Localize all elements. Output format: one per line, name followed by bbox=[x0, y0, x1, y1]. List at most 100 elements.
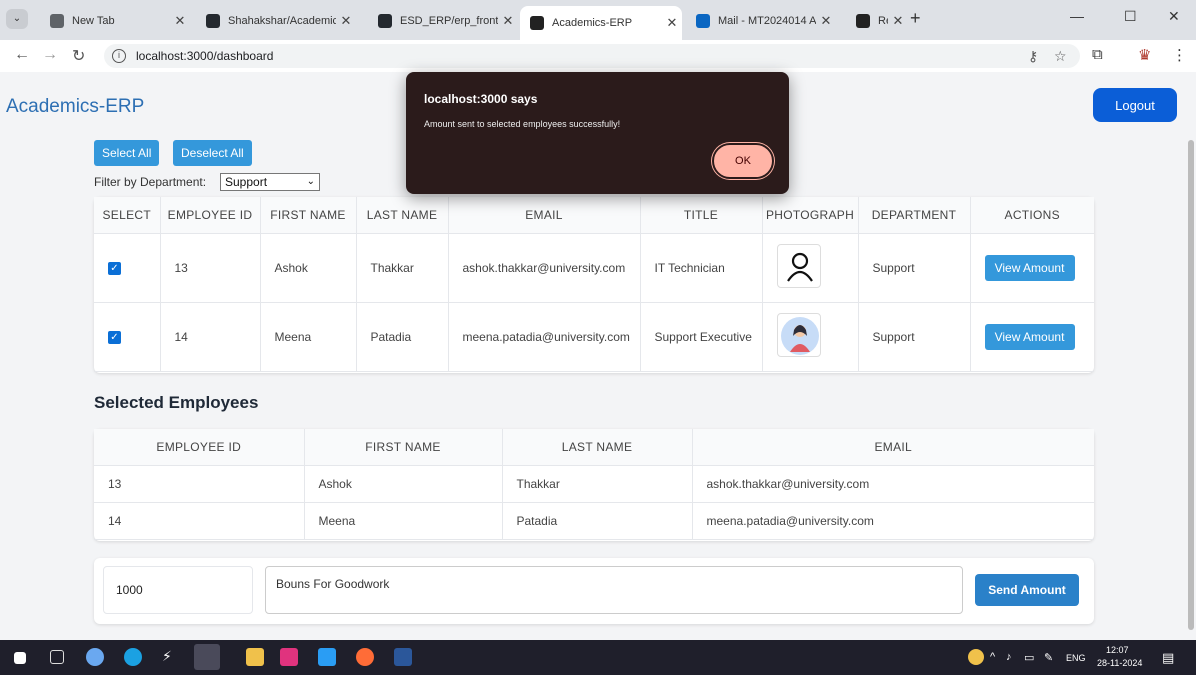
view-amount-button[interactable]: View Amount bbox=[984, 323, 1075, 350]
clock-date[interactable]: 28-11-2024 bbox=[1097, 658, 1142, 668]
bookmark-star-icon[interactable]: ☆ bbox=[1054, 48, 1067, 65]
pen-icon[interactable]: ✎ bbox=[1044, 651, 1053, 664]
selected-table-card: EMPLOYEE ID FIRST NAME LAST NAME EMAIL 13 As… bbox=[94, 429, 1094, 541]
tab-title: Shahakshar/Academics- bbox=[228, 15, 336, 27]
address-bar[interactable]: i localhost:3000/dashboard ⚷ ☆ bbox=[104, 44, 1080, 68]
selected-first-cell: Meena bbox=[304, 502, 503, 539]
language-indicator[interactable]: ENG bbox=[1066, 653, 1086, 663]
profile-avatar[interactable]: ♛ bbox=[1138, 46, 1151, 64]
file-explorer-icon[interactable] bbox=[246, 648, 264, 666]
tab-close-icon[interactable]: ✕ bbox=[498, 13, 518, 29]
tab-close-icon[interactable]: ✕ bbox=[336, 13, 356, 29]
department-select-value: Support bbox=[225, 175, 268, 189]
notification-icon[interactable]: ▤ bbox=[1162, 650, 1174, 666]
extensions-icon[interactable]: ⧉ bbox=[1092, 46, 1103, 63]
tab-favicon-icon bbox=[50, 14, 64, 28]
minimize-button[interactable]: — bbox=[1070, 8, 1084, 24]
column-header: EMPLOYEE ID bbox=[94, 429, 305, 465]
page-scrollbar[interactable] bbox=[1186, 132, 1196, 632]
tab-favicon-icon bbox=[856, 14, 870, 28]
maximize-button[interactable]: ☐ bbox=[1124, 8, 1137, 25]
logout-button[interactable]: Logout bbox=[1093, 88, 1177, 122]
selected-last-cell: Thakkar bbox=[502, 465, 693, 502]
weather-icon[interactable] bbox=[968, 649, 984, 665]
description-input[interactable]: Bouns For Goodwork bbox=[265, 566, 963, 614]
dialog-ok-button[interactable]: OK bbox=[712, 143, 774, 179]
row-checkbox[interactable]: ✓ bbox=[108, 262, 121, 275]
windows-taskbar: ⚡ ^ ♪ ▭ ✎ ENG 12:07 28-11-2024 ▤ bbox=[0, 640, 1196, 675]
tab-close-icon[interactable]: ✕ bbox=[816, 13, 836, 29]
browser-tab[interactable]: Academics-ERP ✕ bbox=[520, 6, 682, 40]
browser-tab[interactable]: New Tab ✕ bbox=[40, 8, 190, 34]
site-info-icon[interactable]: i bbox=[112, 49, 126, 63]
battery-icon[interactable]: ▭ bbox=[1024, 651, 1034, 664]
column-header: LAST NAME bbox=[502, 429, 693, 465]
email-cell: ashok.thakkar@university.com bbox=[448, 233, 641, 302]
employee-table-header: SELECT EMPLOYEE ID FIRST NAME LAST NAME EMAI… bbox=[94, 197, 1094, 233]
terminal-icon[interactable]: ⚡ bbox=[162, 648, 180, 666]
last-name-cell: Patadia bbox=[356, 302, 449, 371]
filter-department-label: Filter by Department: bbox=[94, 175, 207, 189]
photograph-cell bbox=[762, 302, 859, 371]
browser-menu-icon[interactable]: ⋮ bbox=[1172, 46, 1187, 64]
send-amount-button[interactable]: Send Amount bbox=[975, 574, 1079, 606]
browser-tab[interactable]: React-scripts not recogn✕ bbox=[846, 8, 908, 34]
tray-chevron-icon[interactable]: ^ bbox=[990, 651, 995, 663]
reload-icon[interactable]: ↻ bbox=[72, 46, 85, 66]
column-header: SELECT bbox=[94, 197, 161, 233]
dialog-message: Amount sent to selected employees succes… bbox=[424, 119, 621, 129]
volume-icon[interactable]: ♪ bbox=[1006, 651, 1012, 663]
tab-favicon-icon bbox=[206, 14, 220, 28]
clock-time[interactable]: 12:07 bbox=[1106, 645, 1129, 655]
tab-search-button[interactable]: ⌄ bbox=[6, 9, 28, 29]
dialog-title: localhost:3000 says bbox=[424, 92, 538, 106]
alert-dialog: localhost:3000 says Amount sent to selec… bbox=[406, 72, 789, 194]
column-header: EMAIL bbox=[692, 429, 1094, 465]
tab-title: New Tab bbox=[72, 15, 115, 27]
chrome-taskbar-icon[interactable] bbox=[194, 644, 220, 670]
selected-email-cell: ashok.thakkar@university.com bbox=[706, 476, 870, 491]
column-header: EMAIL bbox=[448, 197, 641, 233]
address-url[interactable]: localhost:3000/dashboard bbox=[136, 49, 273, 63]
first-name-cell: Meena bbox=[260, 302, 357, 371]
table-row: 13 Ashok Thakkar ashok.thakkar@university.c… bbox=[94, 465, 1094, 502]
browser-tab[interactable]: Mail - MT2024014 Aksh✕ bbox=[686, 8, 836, 34]
password-key-icon[interactable]: ⚷ bbox=[1028, 48, 1038, 65]
actions-cell: View Amount bbox=[970, 302, 1094, 371]
intellij-icon[interactable] bbox=[280, 648, 298, 666]
vscode-icon[interactable] bbox=[318, 648, 336, 666]
postman-icon[interactable] bbox=[356, 648, 374, 666]
windows-start-icon[interactable] bbox=[14, 652, 26, 664]
row-checkbox[interactable]: ✓ bbox=[108, 331, 121, 344]
tab-title: Mail - MT2024014 Aksh bbox=[718, 15, 816, 27]
column-header: DEPARTMENT bbox=[858, 197, 971, 233]
department-select[interactable]: Support ⌄ bbox=[220, 173, 320, 191]
department-cell: Support bbox=[858, 302, 971, 371]
tab-close-icon[interactable]: ✕ bbox=[888, 13, 908, 29]
column-header: TITLE bbox=[640, 197, 763, 233]
edge-icon[interactable] bbox=[124, 648, 142, 666]
copilot-icon[interactable] bbox=[86, 648, 104, 666]
actions-cell: View Amount bbox=[970, 233, 1094, 302]
tab-close-icon[interactable]: ✕ bbox=[170, 13, 190, 29]
new-tab-button[interactable]: + bbox=[910, 8, 921, 29]
view-amount-button[interactable]: View Amount bbox=[984, 254, 1075, 281]
deselect-all-button[interactable]: Deselect All bbox=[173, 140, 252, 166]
tab-favicon-icon bbox=[530, 16, 544, 30]
window-close-button[interactable]: ✕ bbox=[1168, 8, 1180, 25]
department-cell: Support bbox=[858, 233, 971, 302]
word-icon[interactable] bbox=[394, 648, 412, 666]
browser-tab[interactable]: ESD_ERP/erp_frontend/✕ bbox=[368, 8, 518, 34]
woman-avatar-icon bbox=[776, 312, 821, 357]
browser-tab[interactable]: Shahakshar/Academics- ✕ bbox=[196, 8, 356, 34]
amount-input[interactable]: 1000 bbox=[103, 566, 253, 614]
forward-arrow-icon[interactable]: → bbox=[42, 46, 58, 64]
select-all-button[interactable]: Select All bbox=[94, 140, 160, 166]
table-row: ✓ 14 Meena Patadia meena.patadia@university.… bbox=[94, 302, 1094, 371]
task-view-icon[interactable] bbox=[50, 650, 64, 664]
back-arrow-icon[interactable]: ← bbox=[14, 46, 30, 64]
browser-toolbar: ← → ↻ i localhost:3000/dashboard ⚷ ☆ ⧉ ♛… bbox=[0, 40, 1196, 72]
tab-close-icon[interactable]: ✕ bbox=[662, 15, 682, 31]
scrollbar-thumb[interactable] bbox=[1188, 140, 1194, 630]
table-row: ✓ 13 Ashok Thakkar ashok.thakkar@university.… bbox=[94, 233, 1094, 302]
